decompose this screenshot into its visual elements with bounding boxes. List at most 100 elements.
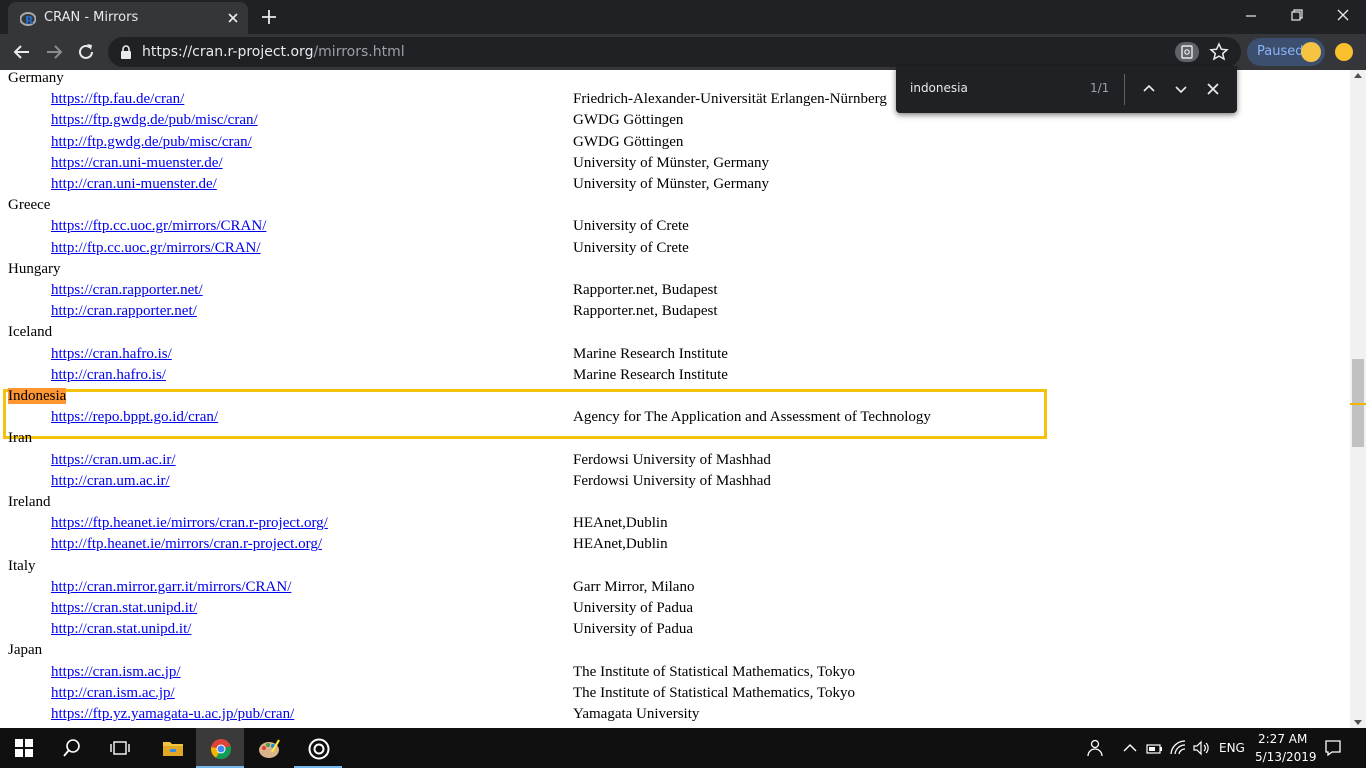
mirror-description: Ferdowsi University of Mashhad <box>573 451 771 468</box>
mirror-link[interactable]: https://repo.bppt.go.id/cran/ <box>51 407 218 427</box>
scroll-down-arrow-icon[interactable] <box>1354 720 1362 725</box>
mirror-link[interactable]: http://cran.um.ac.ir/ <box>51 471 170 491</box>
mirror-description: Rapporter.net, Budapest <box>573 303 718 320</box>
url-text: https://cran.r-project.org/mirrors.html <box>142 44 405 60</box>
find-match-highlight: Indonesia <box>8 388 67 404</box>
mirror-description: GWDG Göttingen <box>573 112 684 129</box>
chevron-up-icon[interactable] <box>1121 739 1139 757</box>
find-match-count: 1/1 <box>1090 81 1110 95</box>
find-previous-chevron-up-icon[interactable] <box>1140 80 1158 98</box>
tab-strip: R CRAN - Mirrors <box>0 0 1366 34</box>
language-indicator[interactable]: ENG <box>1219 741 1245 755</box>
mirror-link[interactable]: http://cran.uni-muenster.de/ <box>51 174 217 194</box>
minimize-icon[interactable] <box>1228 0 1274 32</box>
target-app-icon[interactable] <box>294 728 342 768</box>
mirror-description: HEAnet,Dublin <box>573 536 668 553</box>
mirror-description: University of Padua <box>573 621 693 638</box>
mirror-description: University of Padua <box>573 600 693 616</box>
browser-tab[interactable]: R CRAN - Mirrors <box>8 2 248 34</box>
paint-palette-icon[interactable] <box>244 728 292 768</box>
address-bar[interactable]: https://cran.r-project.org/mirrors.html <box>108 37 1241 67</box>
mirror-link[interactable]: https://cran.uni-muenster.de/ <box>51 153 223 173</box>
mirror-description: Marine Research Institute <box>573 366 728 383</box>
url-path: /mirrors.html <box>313 44 405 60</box>
scroll-up-arrow-icon[interactable] <box>1354 73 1362 78</box>
browser-toolbar: https://cran.r-project.org/mirrors.html … <box>0 34 1366 70</box>
vertical-scrollbar[interactable] <box>1350 70 1366 728</box>
find-bar: indonesia 1/1 <box>896 66 1237 113</box>
task-view-icon[interactable] <box>96 728 144 768</box>
mirror-link[interactable]: http://ftp.gwdg.de/pub/misc/cran/ <box>51 132 252 152</box>
reload-icon[interactable] <box>76 42 96 62</box>
find-match-marker <box>1350 403 1366 405</box>
url-host: https://cran.r-project.org <box>142 44 314 60</box>
mirror-link[interactable]: https://ftp.heanet.ie/mirrors/cran.r-pro… <box>51 513 328 533</box>
mirror-description: The Institute of Statistical Mathematics… <box>573 663 855 680</box>
lock-icon[interactable] <box>120 45 132 59</box>
wifi-icon[interactable] <box>1169 739 1187 757</box>
mirror-description: GWDG Göttingen <box>573 133 684 150</box>
chrome-taskbar-icon[interactable] <box>196 728 244 768</box>
mirror-link[interactable]: https://cran.ism.ac.jp/ <box>51 662 181 682</box>
clock-date[interactable]: 5/13/2019 <box>1255 750 1317 764</box>
back-arrow-icon[interactable] <box>12 42 32 62</box>
mirror-link[interactable]: http://cran.mirror.garr.it/mirrors/CRAN/ <box>51 577 291 597</box>
country-heading: Ireland <box>8 494 51 510</box>
country-heading: Greece <box>8 197 51 214</box>
mirror-description: Marine Research Institute <box>573 345 728 362</box>
action-center-icon[interactable] <box>1324 739 1342 757</box>
mirror-description: HEAnet,Dublin <box>573 515 668 532</box>
close-tab-icon[interactable] <box>225 10 241 26</box>
find-close-icon[interactable] <box>1204 80 1222 98</box>
mirror-link[interactable]: https://ftp.yz.yamagata-u.ac.jp/pub/cran… <box>51 704 294 724</box>
country-heading: Germany <box>8 70 64 86</box>
country-heading: Iran <box>8 430 33 447</box>
new-tab-plus-icon[interactable] <box>259 7 279 27</box>
mirror-description: University of Crete <box>573 239 689 256</box>
avatar <box>1301 42 1321 62</box>
battery-icon[interactable] <box>1145 739 1163 757</box>
find-in-page-icon[interactable] <box>1175 42 1199 62</box>
mirror-description: University of Münster, Germany <box>573 176 770 192</box>
star-icon[interactable] <box>1209 42 1229 62</box>
volume-icon[interactable] <box>1192 739 1210 757</box>
mirror-description: The Institute of Statistical Mathematics… <box>573 684 855 701</box>
mirror-description: Ferdowsi University of Mashhad <box>573 472 771 489</box>
mirror-link[interactable]: http://cran.ism.ac.jp/ <box>51 683 175 703</box>
country-heading: Japan <box>8 642 43 659</box>
mirror-link[interactable]: http://cran.hafro.is/ <box>51 365 166 385</box>
mirror-link[interactable]: https://cran.hafro.is/ <box>51 344 172 364</box>
mirror-link[interactable]: http://cran.stat.unipd.it/ <box>51 619 191 639</box>
mirror-link[interactable]: https://ftp.cc.uoc.gr/mirrors/CRAN/ <box>51 216 266 236</box>
mirror-description: Agency for The Application and Assessmen… <box>573 409 931 426</box>
find-input[interactable]: indonesia <box>910 81 1070 95</box>
close-window-icon[interactable] <box>1320 0 1366 32</box>
windows-start-icon[interactable] <box>0 728 48 768</box>
paused-label: Paused <box>1257 44 1304 59</box>
windows-taskbar: ENG 2:27 AM 5/13/2019 <box>0 728 1366 768</box>
mirror-description: Rapporter.net, Budapest <box>573 282 718 298</box>
mirror-description: University of Münster, Germany <box>573 154 770 171</box>
people-icon[interactable] <box>1085 739 1103 757</box>
mirror-link[interactable]: https://cran.rapporter.net/ <box>51 280 203 300</box>
forward-arrow-icon[interactable] <box>44 42 64 62</box>
file-explorer-icon[interactable] <box>148 728 196 768</box>
page-content: Germany https://ftp.fau.de/cran/Friedrich… <box>0 70 1350 728</box>
mirror-description: Garr Mirror, Milano <box>573 578 695 595</box>
tab-title: CRAN - Mirrors <box>44 10 139 25</box>
mirror-link[interactable]: http://cran.rapporter.net/ <box>51 301 197 321</box>
country-heading: Indonesia <box>8 386 67 406</box>
search-icon[interactable] <box>48 728 96 768</box>
svg-text:R: R <box>25 14 34 27</box>
find-next-chevron-down-icon[interactable] <box>1172 80 1190 98</box>
mirror-link[interactable]: http://ftp.cc.uoc.gr/mirrors/CRAN/ <box>51 238 261 258</box>
mirror-link[interactable]: https://ftp.fau.de/cran/ <box>51 89 184 109</box>
profile-paused-button[interactable]: Paused <box>1247 38 1325 66</box>
mirror-link[interactable]: https://ftp.gwdg.de/pub/misc/cran/ <box>51 110 258 130</box>
mirror-link[interactable]: http://ftp.heanet.ie/mirrors/cran.r-proj… <box>51 534 322 554</box>
update-alert-icon[interactable] <box>1335 43 1353 61</box>
mirror-link[interactable]: https://cran.stat.unipd.it/ <box>51 598 197 618</box>
restore-icon[interactable] <box>1274 0 1320 32</box>
clock-time[interactable]: 2:27 AM <box>1258 732 1307 746</box>
mirror-link[interactable]: https://cran.um.ac.ir/ <box>51 450 176 470</box>
